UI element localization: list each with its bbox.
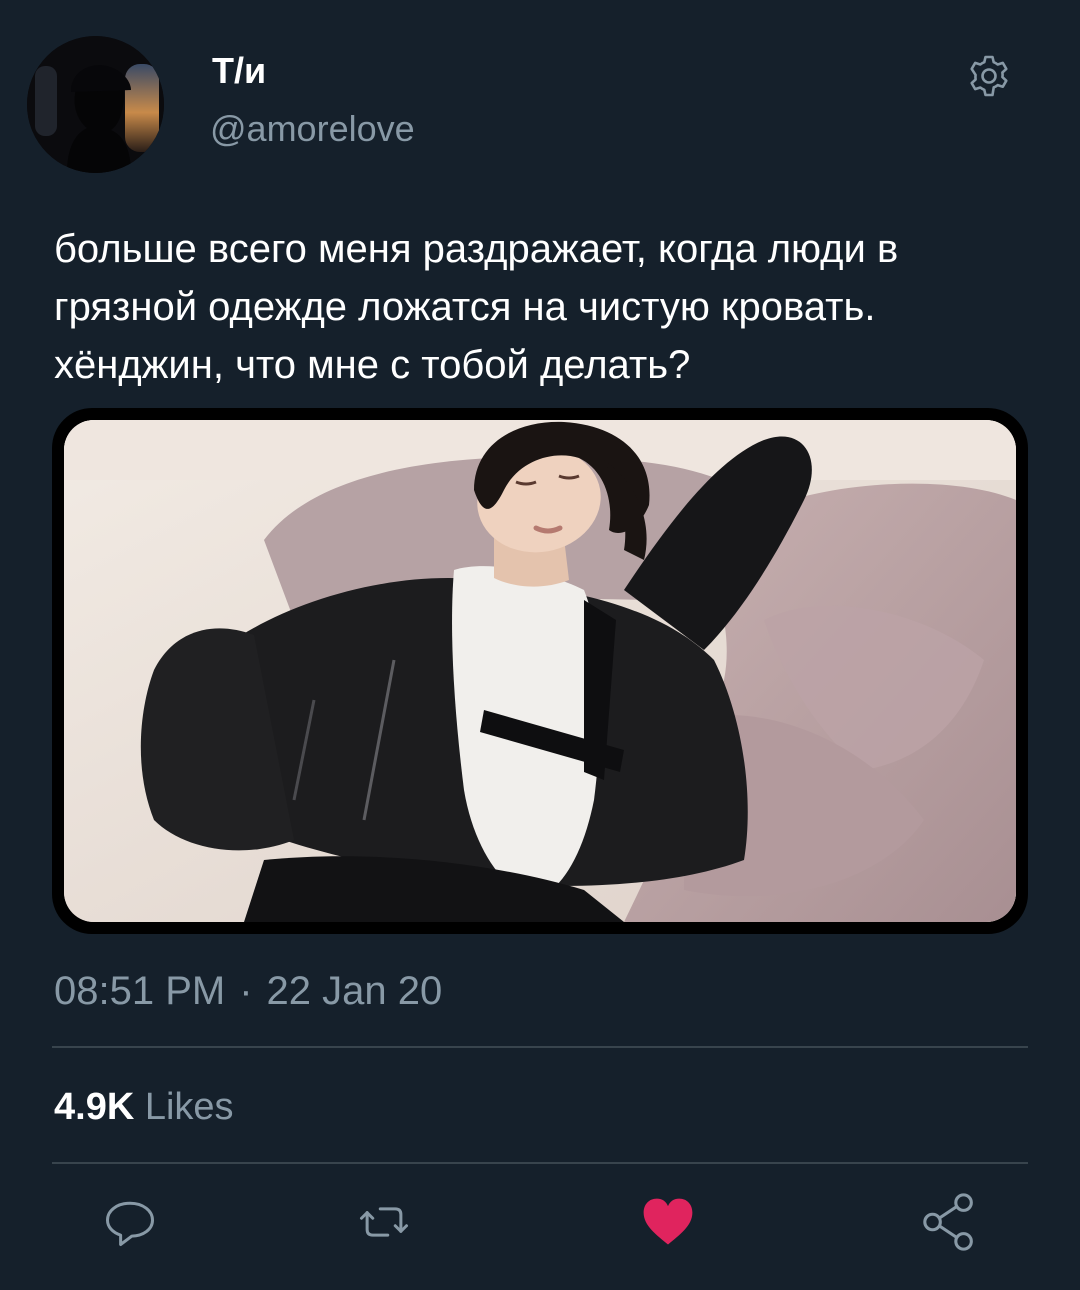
media-photo: [64, 420, 1016, 922]
timestamp-separator: ·: [239, 969, 253, 1013]
likes-stat[interactable]: 4.9K Likes: [54, 1083, 234, 1131]
like-button[interactable]: [636, 1190, 700, 1254]
reply-icon: [106, 1201, 154, 1246]
display-name[interactable]: Т/и: [212, 50, 266, 92]
share-button[interactable]: [918, 1190, 982, 1254]
tweet-date: 22 Jan 20: [266, 969, 443, 1013]
avatar-image: [27, 36, 164, 173]
tweet-media[interactable]: [52, 408, 1028, 934]
user-handle[interactable]: @amorelove: [210, 108, 415, 150]
reply-button[interactable]: [98, 1190, 162, 1254]
retweet-button[interactable]: [352, 1190, 416, 1254]
likes-label: Likes: [144, 1086, 234, 1128]
likes-count: 4.9K: [54, 1086, 135, 1128]
photo-person-sleeping-icon: [64, 420, 1016, 922]
share-icon: [923, 1193, 973, 1251]
tweet-time: 08:51 PM: [54, 969, 226, 1013]
avatar[interactable]: [27, 36, 164, 173]
gear-icon: [970, 55, 1008, 97]
tweet-timestamp[interactable]: 08:51 PM · 22 Jan 20: [54, 966, 442, 1016]
settings-button[interactable]: [966, 53, 1012, 99]
divider-top: [52, 1046, 1028, 1048]
heart-icon: [643, 1198, 693, 1245]
tweet-text: больше всего меня раздражает, когда люди…: [54, 227, 899, 387]
divider-bottom: [52, 1162, 1028, 1164]
tweet-detail-screen: Т/и @amorelove больше всего меня раздраж…: [0, 0, 1080, 1290]
retweet-icon: [360, 1207, 408, 1237]
